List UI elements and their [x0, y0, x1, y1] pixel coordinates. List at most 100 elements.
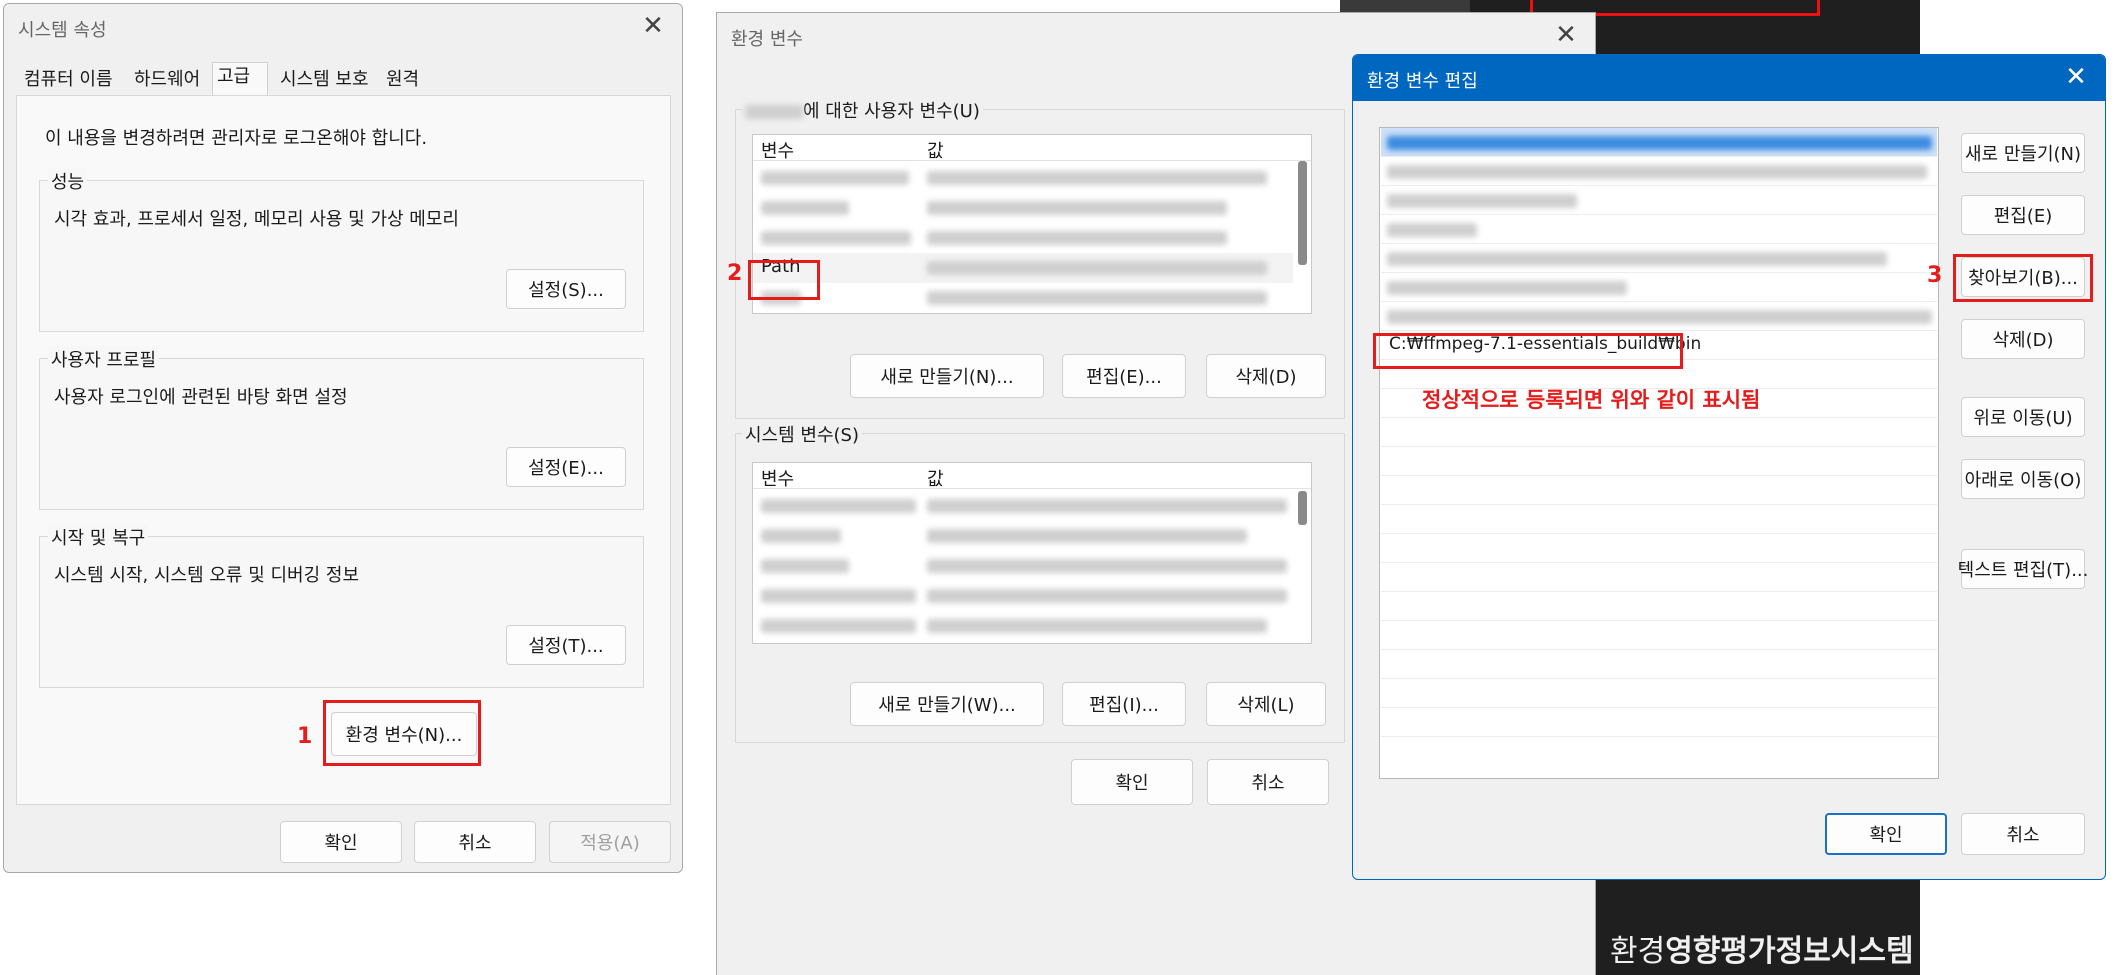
cancel-button[interactable]: 취소 — [414, 821, 536, 863]
user-edit-button[interactable]: 편집(E)... — [1062, 354, 1186, 398]
ok-button[interactable]: 확인 — [1071, 759, 1193, 805]
table-row[interactable] — [753, 521, 1293, 551]
list-item[interactable] — [1381, 157, 1937, 186]
move-up-button[interactable]: 위로 이동(U) — [1961, 397, 2085, 437]
path-entries-list[interactable]: C:₩ffmpeg-7.1-essentials_build₩bin 정상적으로… — [1379, 127, 1939, 779]
user-profiles-settings-button[interactable]: 설정(E)... — [506, 447, 626, 487]
table-row[interactable] — [753, 551, 1293, 581]
column-header-variable[interactable]: 변수 — [761, 465, 794, 491]
close-icon[interactable]: ✕ — [638, 12, 668, 42]
list-item[interactable] — [1381, 505, 1937, 534]
cancel-button[interactable]: 취소 — [1961, 813, 2085, 855]
highlight-box-ffmpeg — [1373, 333, 1683, 369]
cancel-button[interactable]: 취소 — [1207, 759, 1329, 805]
ok-button[interactable]: 확인 — [280, 821, 402, 863]
user-profiles-group: 사용자 프로필 사용자 로그인에 관련된 바탕 화면 설정 설정(E)... — [39, 346, 644, 510]
background-caption: 환경영향평가정보시스템 — [1610, 934, 1914, 969]
tab-computer-name[interactable]: 컴퓨터 이름 — [20, 66, 117, 96]
apply-button[interactable]: 적용(A) — [549, 821, 671, 863]
list-item[interactable] — [1381, 563, 1937, 592]
group-description: 시스템 시작, 시스템 오류 및 디버깅 정보 — [54, 565, 360, 586]
admin-notice: 이 내용을 변경하려면 관리자로 로그온해야 합니다. — [45, 128, 428, 149]
column-header-value[interactable]: 값 — [927, 137, 944, 163]
close-icon[interactable]: ✕ — [2061, 63, 2091, 93]
system-edit-button[interactable]: 편집(I)... — [1062, 682, 1186, 726]
group-label: 사용자 프로필 — [48, 346, 160, 372]
user-variables-label: 에 대한 사용자 변수(U) — [742, 97, 983, 123]
new-button[interactable]: 새로 만들기(N) — [1961, 133, 2085, 173]
list-item[interactable] — [1381, 418, 1937, 447]
table-row[interactable] — [753, 611, 1293, 641]
highlight-box-3 — [1953, 254, 2093, 302]
edit-environment-variable-dialog: 환경 변수 편집 ✕ C:₩ffmpeg-7.1-essentials_buil… — [1352, 54, 2106, 880]
tab-system-protection[interactable]: 시스템 보호 — [276, 66, 373, 96]
list-header: 변수 값 — [753, 463, 1311, 491]
close-icon[interactable]: ✕ — [1551, 21, 1581, 51]
table-row[interactable] — [753, 283, 1293, 313]
step-marker-1: 1 — [297, 724, 313, 749]
tab-advanced[interactable]: 고급 — [212, 62, 268, 96]
group-description: 사용자 로그인에 관련된 바탕 화면 설정 — [54, 387, 348, 408]
table-row-path[interactable]: Path — [753, 253, 1293, 283]
system-variables-list[interactable]: 변수 값 — [752, 462, 1312, 644]
list-item[interactable] — [1381, 650, 1937, 679]
list-item[interactable] — [1381, 621, 1937, 650]
column-header-variable[interactable]: 변수 — [761, 137, 794, 163]
user-delete-button[interactable]: 삭제(D) — [1206, 354, 1326, 398]
step-marker-3: 3 — [1927, 263, 1943, 288]
step-marker-2: 2 — [727, 261, 743, 286]
list-item[interactable] — [1381, 186, 1937, 215]
list-item[interactable] — [1381, 244, 1937, 273]
list-item-selected[interactable] — [1381, 128, 1937, 157]
table-row[interactable] — [753, 163, 1293, 193]
system-delete-button[interactable]: 삭제(L) — [1206, 682, 1326, 726]
system-new-button[interactable]: 새로 만들기(W)... — [850, 682, 1044, 726]
tab-hardware[interactable]: 하드웨어 — [130, 66, 204, 96]
tab-remote[interactable]: 원격 — [382, 66, 423, 96]
vertical-scrollbar[interactable] — [1298, 491, 1307, 525]
edit-text-button[interactable]: 텍스트 편집(T)... — [1958, 549, 2088, 589]
ok-button[interactable]: 확인 — [1825, 813, 1947, 855]
system-properties-window: 시스템 속성 ✕ 컴퓨터 이름 하드웨어 고급 시스템 보호 원격 이 내용을 … — [3, 3, 683, 873]
environment-variables-titlebar: 환경 변수 ✕ — [717, 13, 1595, 59]
table-row[interactable] — [753, 193, 1293, 223]
table-row[interactable] — [753, 581, 1293, 611]
window-title: 환경 변수 — [731, 29, 803, 50]
system-properties-titlebar: 시스템 속성 ✕ — [4, 4, 682, 50]
highlight-box-2 — [748, 260, 820, 300]
list-item[interactable] — [1381, 447, 1937, 476]
list-item[interactable] — [1381, 679, 1937, 708]
list-item[interactable] — [1381, 737, 1937, 766]
list-item[interactable] — [1381, 215, 1937, 244]
user-variables-group: 에 대한 사용자 변수(U) 변수 값 Path 새로 만들기(N)... 편집… — [735, 97, 1345, 419]
performance-group: 성능 시각 효과, 프로세서 일정, 메모리 사용 및 가상 메모리 설정(S)… — [39, 168, 644, 332]
performance-settings-button[interactable]: 설정(S)... — [506, 269, 626, 309]
edit-button[interactable]: 편집(E) — [1961, 195, 2085, 235]
window-title: 환경 변수 편집 — [1367, 71, 1478, 92]
advanced-tab-panel: 이 내용을 변경하려면 관리자로 로그온해야 합니다. 성능 시각 효과, 프로… — [16, 95, 671, 805]
delete-button[interactable]: 삭제(D) — [1961, 319, 2085, 359]
edit-dialog-titlebar: 환경 변수 편집 ✕ — [1353, 55, 2105, 101]
window-title: 시스템 속성 — [18, 20, 107, 41]
list-item[interactable] — [1381, 708, 1937, 737]
annotation-text: 정상적으로 등록되면 위와 같이 표시됨 — [1422, 388, 1761, 412]
group-label: 시작 및 복구 — [48, 524, 149, 550]
table-row[interactable] — [753, 491, 1293, 521]
list-item[interactable] — [1381, 534, 1937, 563]
column-header-value[interactable]: 값 — [927, 465, 944, 491]
system-variables-group: 시스템 변수(S) 변수 값 새로 만들기(W)... 편집(I)... 삭제(… — [735, 421, 1345, 743]
list-item[interactable] — [1381, 302, 1937, 331]
vertical-scrollbar[interactable] — [1298, 161, 1307, 265]
highlight-box-1 — [323, 700, 481, 766]
user-variables-list[interactable]: 변수 값 Path — [752, 134, 1312, 314]
move-down-button[interactable]: 아래로 이동(O) — [1961, 459, 2085, 499]
list-item[interactable] — [1381, 273, 1937, 302]
group-label: 성능 — [48, 168, 88, 194]
user-new-button[interactable]: 새로 만들기(N)... — [850, 354, 1044, 398]
table-row[interactable] — [753, 223, 1293, 253]
list-item[interactable] — [1381, 476, 1937, 505]
list-header: 변수 값 — [753, 135, 1311, 163]
startup-recovery-settings-button[interactable]: 설정(T)... — [506, 625, 626, 665]
list-item[interactable] — [1381, 592, 1937, 621]
blurred-username — [745, 105, 803, 119]
